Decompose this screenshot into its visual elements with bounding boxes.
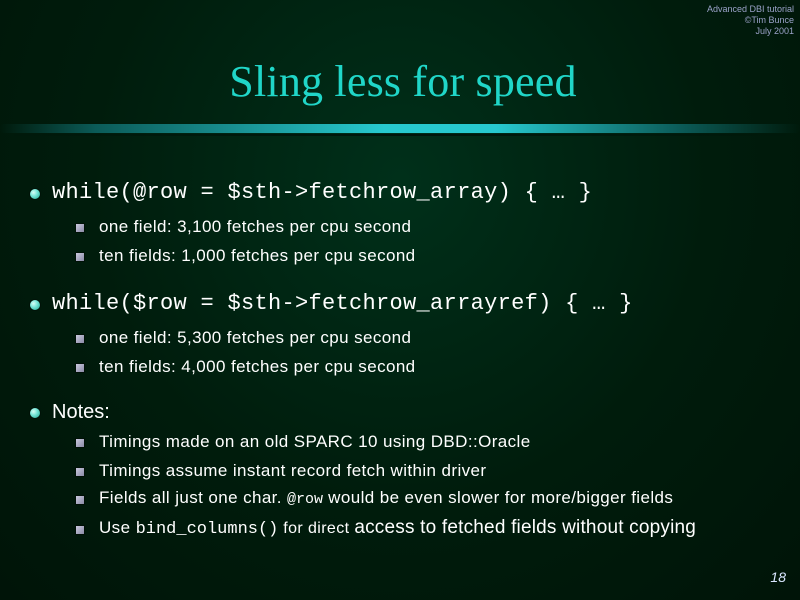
note-item-text: Fields all just one char. @row would be … (99, 487, 673, 511)
subbullet-text: ten fields: 4,000 fetches per cpu second (99, 357, 416, 376)
subbullet: ten fields: 4,000 fetches per cpu second (76, 356, 786, 378)
square-bullet-icon (76, 364, 84, 372)
inline-code: @row (287, 491, 324, 508)
note-item-suffix: would be even slower for more/bigger fie… (323, 488, 674, 507)
square-bullet-icon (76, 224, 84, 232)
square-bullet-icon (76, 468, 84, 476)
subbullet-text: ten fields: 1,000 fetches per cpu second (99, 246, 416, 265)
page-number: 18 (770, 569, 786, 585)
inline-code: bind_columns() (135, 520, 279, 539)
subbullet-text: one field: 3,100 fetches per cpu second (99, 217, 412, 236)
square-bullet-icon (76, 526, 84, 534)
note-item-text: Use bind_columns() for direct access to … (99, 517, 696, 541)
note-item: Use bind_columns() for direct access to … (76, 517, 786, 541)
square-bullet-icon (76, 496, 84, 504)
note-item-text: Timings made on an old SPARC 10 using DB… (99, 432, 531, 451)
note-item: Timings made on an old SPARC 10 using DB… (76, 431, 786, 453)
bullet-notes: Notes: (30, 399, 790, 425)
square-bullet-icon (76, 335, 84, 343)
subbullet: ten fields: 1,000 fetches per cpu second (76, 245, 786, 267)
slide-content: while(@row = $sth->fetchrow_array) { … }… (0, 0, 800, 600)
note-item-suffix-large: access to fetched fields without copying (354, 517, 697, 538)
round-dot-icon (30, 408, 40, 418)
subbullet: one field: 3,100 fetches per cpu second (76, 216, 786, 238)
bullet-fetchrow-arrayref: while($row = $sth->fetchrow_arrayref) { … (30, 290, 790, 318)
square-bullet-icon (76, 253, 84, 261)
bullet-notes-label: Notes: (52, 401, 110, 423)
note-item: Timings assume instant record fetch with… (76, 460, 786, 482)
note-item-prefix: Use (99, 518, 136, 537)
bullet-fetchrow-array: while(@row = $sth->fetchrow_array) { … } (30, 179, 790, 207)
note-item-suffix-small: for direct (278, 520, 355, 537)
note-item-prefix: Fields all just one char. (99, 488, 288, 507)
round-dot-icon (30, 189, 40, 199)
note-item: Fields all just one char. @row would be … (76, 487, 786, 511)
bullet-fetchrow-array-code: while(@row = $sth->fetchrow_array) { … } (52, 180, 593, 205)
subbullet-text: one field: 5,300 fetches per cpu second (99, 328, 412, 347)
slide: Advanced DBI tutorial ©Tim Bunce July 20… (0, 0, 800, 600)
subbullet: one field: 5,300 fetches per cpu second (76, 327, 786, 349)
square-bullet-icon (76, 439, 84, 447)
round-dot-icon (30, 300, 40, 310)
note-item-text: Timings assume instant record fetch with… (99, 461, 487, 480)
bullet-fetchrow-arrayref-code: while($row = $sth->fetchrow_arrayref) { … (52, 291, 633, 316)
